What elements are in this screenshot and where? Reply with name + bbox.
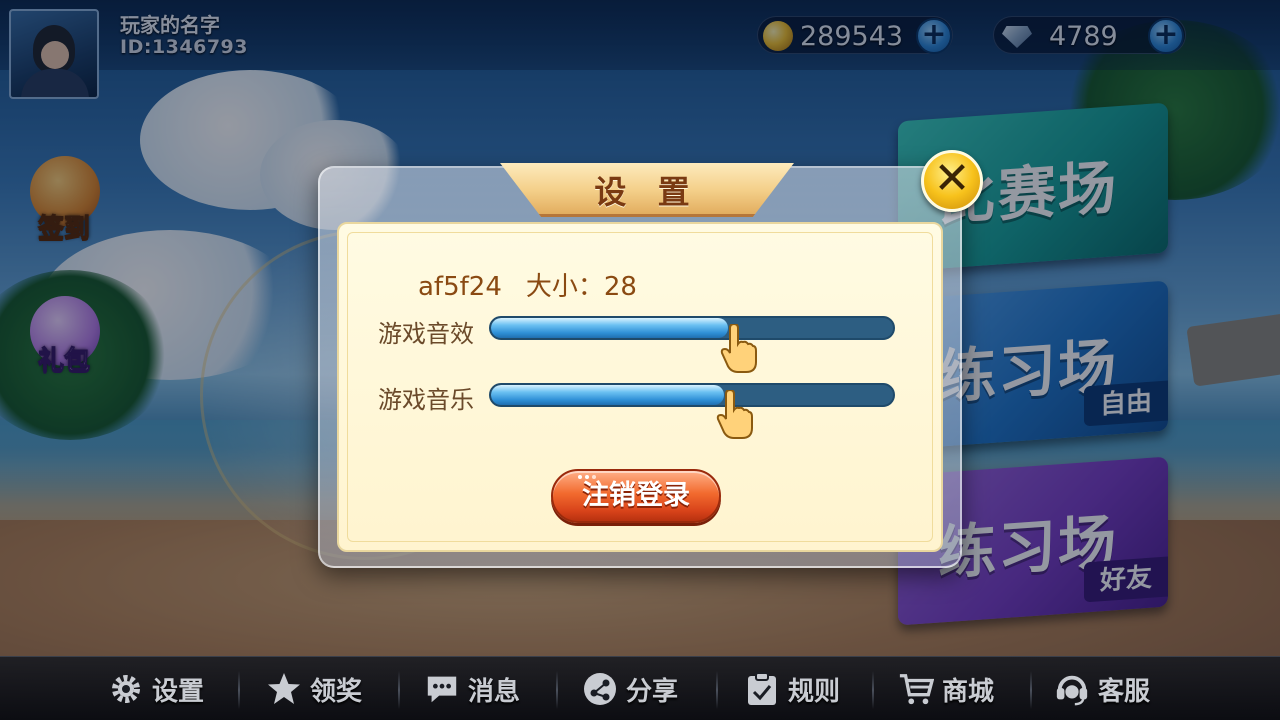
nav-share[interactable]: 分享 bbox=[582, 657, 678, 720]
sound-effects-fill bbox=[491, 318, 729, 338]
gear-icon bbox=[108, 671, 144, 707]
nav-messages-label: 消息 bbox=[468, 676, 521, 707]
package-size: 大小：28 bbox=[525, 272, 637, 302]
music-label: 游戏音乐 bbox=[378, 386, 474, 414]
nav-shop[interactable]: 商城 bbox=[898, 657, 994, 720]
version-code: af5f24 bbox=[418, 272, 502, 302]
nav-messages[interactable]: 消息 bbox=[424, 657, 520, 720]
nav-settings-label: 设置 bbox=[152, 676, 205, 707]
star-icon bbox=[266, 671, 302, 707]
sound-effects-slider[interactable] bbox=[489, 316, 895, 340]
nav-support-label: 客服 bbox=[1098, 676, 1151, 707]
nav-rules-label: 规则 bbox=[788, 676, 841, 707]
nav-shop-label: 商城 bbox=[942, 676, 995, 707]
button-shine-decoration bbox=[578, 475, 596, 479]
nav-support[interactable]: 客服 bbox=[1054, 657, 1150, 720]
music-fill bbox=[491, 385, 725, 405]
nav-share-label: 分享 bbox=[626, 676, 679, 707]
rules-icon bbox=[744, 671, 780, 707]
nav-rewards[interactable]: 领奖 bbox=[266, 657, 362, 720]
close-icon: ✕ bbox=[933, 153, 971, 204]
version-info: af5f24 大小：28 bbox=[418, 266, 637, 303]
close-button[interactable]: ✕ bbox=[921, 150, 983, 212]
share-icon bbox=[582, 671, 618, 707]
nav-rewards-label: 领奖 bbox=[310, 676, 363, 707]
bottom-nav: 设置 领奖 消息 分享 规则 商城 客服 bbox=[0, 656, 1280, 720]
nav-rules[interactable]: 规则 bbox=[744, 657, 840, 720]
sound-effects-label: 游戏音效 bbox=[378, 320, 474, 348]
slider-handle-hand-icon[interactable] bbox=[720, 324, 760, 374]
cart-icon bbox=[898, 671, 934, 707]
chat-icon bbox=[424, 671, 460, 707]
music-slider[interactable] bbox=[489, 383, 895, 407]
headset-icon bbox=[1054, 671, 1090, 707]
nav-settings[interactable]: 设置 bbox=[108, 657, 204, 720]
modal-title: 设 置 bbox=[594, 173, 700, 211]
slider-handle-hand-icon[interactable] bbox=[716, 390, 756, 440]
